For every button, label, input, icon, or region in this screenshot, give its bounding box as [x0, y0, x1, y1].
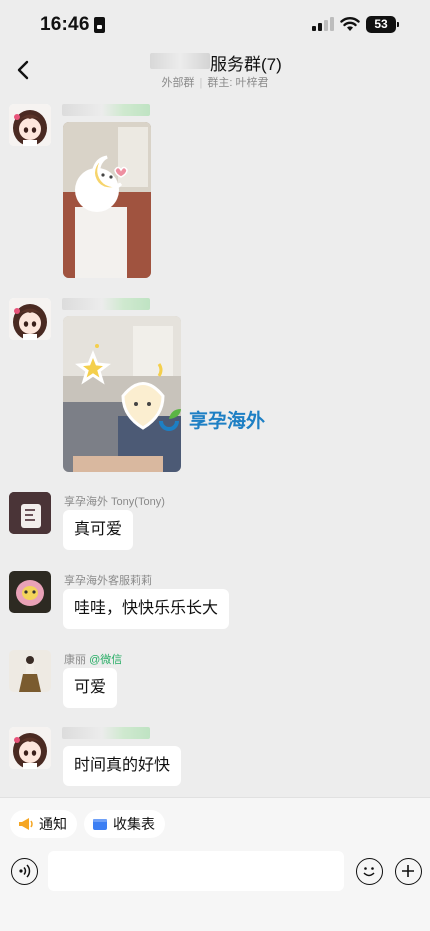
leaf-logo-icon	[159, 408, 181, 431]
message-input[interactable]	[48, 851, 344, 891]
status-bar: 16:46 53	[0, 0, 430, 50]
avatar[interactable]	[9, 650, 51, 692]
chat-photo[interactable]	[63, 316, 181, 472]
blurred-sender-name	[62, 104, 150, 116]
wifi-icon	[340, 17, 360, 31]
photo-image	[63, 316, 181, 472]
group-subtitle: 外部群 | 群主: 叶梓君	[0, 74, 430, 90]
chat-header: 服务群(7) 外部群 | 群主: 叶梓君	[0, 50, 430, 92]
anime-girl-avatar-icon	[9, 298, 51, 340]
avatar[interactable]	[9, 727, 51, 769]
message-bubble[interactable]: 可爱	[63, 668, 118, 708]
avatar[interactable]	[9, 104, 51, 146]
wechat-tag: @微信	[89, 654, 123, 666]
sender-name-text: 康丽	[64, 654, 86, 666]
form-button[interactable]: 收集表	[84, 810, 165, 838]
plush-avatar-icon	[9, 571, 51, 613]
sender-name: 享孕海外 Tony(Tony)	[64, 496, 165, 508]
anime-girl-avatar-icon	[9, 104, 51, 146]
message-3: 享孕海外 Tony(Tony) 真可爱	[0, 492, 430, 552]
avatar[interactable]	[9, 571, 51, 613]
battery-indicator: 53	[366, 16, 399, 33]
message-6: 时间真的好快	[0, 727, 430, 789]
notice-button[interactable]: 通知	[10, 810, 77, 838]
input-row	[0, 851, 430, 891]
orientation-lock-icon	[94, 17, 105, 33]
blurred-group-name	[150, 53, 210, 69]
voice-icon	[19, 864, 31, 878]
sender-name: 康丽 @微信	[64, 651, 122, 667]
emoji-button[interactable]	[356, 858, 383, 885]
photo-image	[63, 122, 151, 278]
form-label: 收集表	[113, 816, 155, 832]
megaphone-icon	[19, 818, 33, 830]
message-5: 康丽 @微信 可爱	[0, 650, 430, 710]
anime-girl-avatar-icon	[9, 727, 51, 769]
notice-label: 通知	[39, 816, 67, 832]
message-4: 享孕海外客服莉莉 哇哇，快快乐乐长大	[0, 571, 430, 631]
cup-avatar-icon	[9, 492, 51, 534]
voice-button[interactable]	[11, 858, 38, 885]
smiley-icon	[363, 867, 375, 877]
external-group-label: 外部群	[161, 77, 195, 89]
plus-icon	[402, 865, 414, 877]
person-avatar-icon	[9, 650, 51, 692]
watermark-logo: 享孕海外	[155, 406, 265, 433]
message-bubble[interactable]: 哇哇，快快乐乐长大	[63, 589, 230, 629]
sender-name: 享孕海外客服莉莉	[64, 575, 152, 587]
bottom-toolbar: 通知 收集表	[0, 797, 430, 931]
chat-photo[interactable]	[63, 122, 151, 278]
watermark-text: 享孕海外	[189, 411, 266, 432]
avatar[interactable]	[9, 298, 51, 340]
group-title[interactable]: 服务群(7)	[210, 50, 282, 75]
cellular-signal-icon	[312, 17, 334, 31]
message-1	[0, 104, 430, 284]
message-bubble[interactable]: 真可爱	[63, 510, 134, 550]
message-bubble[interactable]: 时间真的好快	[63, 746, 182, 786]
more-button[interactable]	[395, 858, 422, 885]
message-2: 享孕海外	[0, 298, 430, 476]
status-time: 16:46	[40, 14, 90, 35]
group-owner-label: 群主: 叶梓君	[207, 77, 269, 89]
avatar[interactable]	[9, 492, 51, 534]
form-icon	[93, 819, 107, 830]
subtitle-divider: |	[199, 77, 203, 89]
blurred-sender-name	[62, 298, 150, 310]
blurred-sender-name	[62, 727, 150, 739]
